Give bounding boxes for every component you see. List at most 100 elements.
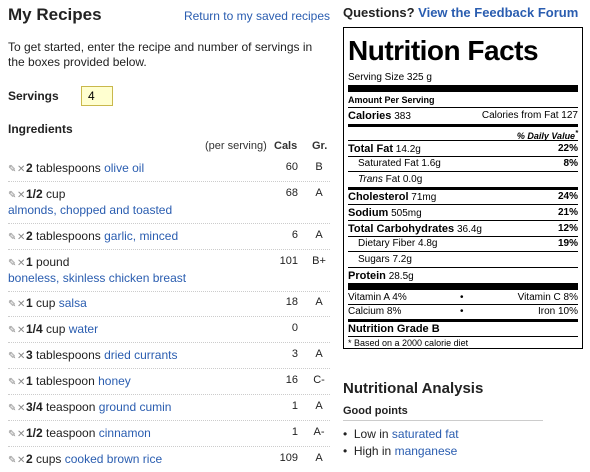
x-icon[interactable]: ✕ — [17, 258, 26, 269]
divider — [348, 140, 578, 141]
divider — [348, 304, 578, 305]
ingredient-unit: cup — [46, 322, 66, 336]
ingredient-cals: 16 — [285, 374, 298, 386]
ingredient-grade: B+ — [312, 255, 326, 267]
ingredient-cals: 101 — [279, 255, 298, 267]
ingredient-qty: 1/2 — [26, 187, 43, 201]
divider-thick — [348, 85, 578, 92]
ingredient-link[interactable]: honey — [98, 374, 131, 388]
ingredient-unit: teaspoon — [46, 426, 96, 440]
divider-thick — [348, 283, 578, 290]
ingredient-unit: tablespoons — [36, 229, 101, 243]
ingredient-qty: 1/2 — [26, 426, 43, 440]
ingredient-link[interactable]: boneless, skinless chicken breast — [8, 271, 186, 285]
x-icon[interactable]: ✕ — [17, 455, 26, 466]
pencil-icon[interactable]: ✎ — [8, 164, 17, 175]
divider — [348, 267, 578, 268]
ingredient-grade: A — [315, 229, 323, 241]
ingredient-grade: A — [315, 452, 323, 464]
ingredient-qty: 1 — [26, 374, 33, 388]
divider — [348, 171, 578, 172]
ingredient-grade: A — [315, 296, 323, 308]
pencil-icon[interactable]: ✎ — [8, 325, 17, 336]
ingredient-link[interactable]: water — [69, 322, 98, 336]
good-point-item: • Low in saturated fat — [343, 427, 459, 441]
ingredient-qty: 1 — [26, 296, 33, 310]
pencil-icon[interactable]: ✎ — [8, 377, 17, 388]
pencil-icon[interactable]: ✎ — [8, 455, 17, 466]
sugars-row: Sugars 7.2g — [358, 254, 412, 265]
bullet-icon: • — [343, 444, 354, 458]
question-label: Questions? — [343, 5, 415, 20]
ingredient-qty: 2 — [26, 229, 33, 243]
carbs-row: Total Carbohydrates 36.4g 12% — [348, 223, 578, 235]
saturated-fat-row: Saturated Fat 1.6g 8% — [358, 158, 578, 169]
nutrition-grade: Nutrition Grade B — [348, 323, 440, 335]
ingredient-cals: 3 — [291, 348, 298, 360]
pencil-icon[interactable]: ✎ — [8, 299, 17, 310]
pencil-icon[interactable]: ✎ — [8, 429, 17, 440]
ingredient-link[interactable]: olive oil — [104, 161, 144, 175]
ingredient-qty: 1/4 — [26, 322, 43, 336]
x-icon[interactable]: ✕ — [17, 351, 26, 362]
cals-header: Cals — [274, 140, 298, 152]
ingredient-row: ✎✕1/2 cup almonds, chopped and toasted 6… — [8, 187, 330, 224]
x-icon[interactable]: ✕ — [17, 403, 26, 414]
ingredient-row: ✎✕2 cups cooked brown rice 109 A — [8, 452, 330, 472]
x-icon[interactable]: ✕ — [17, 190, 26, 201]
protein-row: Protein 28.5g — [348, 270, 414, 282]
ingredient-link[interactable]: salsa — [59, 296, 87, 310]
divider — [348, 220, 578, 221]
ingredient-unit: pound — [36, 255, 70, 269]
pencil-icon[interactable]: ✎ — [8, 258, 17, 269]
ingredient-qty: 2 — [26, 161, 33, 175]
x-icon[interactable]: ✕ — [17, 325, 26, 336]
x-icon[interactable]: ✕ — [17, 299, 26, 310]
ingredient-grade: A — [315, 348, 323, 360]
x-icon[interactable]: ✕ — [17, 377, 26, 388]
ingredient-link[interactable]: ground cumin — [99, 400, 172, 414]
sodium-row: Sodium 505mg 21% — [348, 207, 578, 219]
pencil-icon[interactable]: ✎ — [8, 351, 17, 362]
ingredient-row: ✎✕1 tablespoon honey 16 C- — [8, 374, 330, 395]
ingredient-grade: C- — [313, 374, 325, 386]
page-title: My Recipes — [8, 5, 102, 24]
nutrition-facts-label: Nutrition Facts Serving Size 325 g Amoun… — [343, 27, 583, 349]
ingredient-link[interactable]: almonds, chopped and toasted — [8, 203, 172, 217]
pencil-icon[interactable]: ✎ — [8, 403, 17, 414]
ingredient-row: ✎✕3/4 teaspoon ground cumin 1 A — [8, 400, 330, 421]
feedback-line: Questions? View the Feedback Forum — [343, 5, 578, 20]
ingredient-link[interactable]: garlic, minced — [104, 229, 178, 243]
ingredient-qty: 3/4 — [26, 400, 43, 414]
fiber-row: Dietary Fiber 4.8g 19% — [358, 238, 578, 249]
per-serving-header: (per serving) — [205, 140, 267, 152]
x-icon[interactable]: ✕ — [17, 429, 26, 440]
ingredient-unit: teaspoon — [46, 400, 96, 414]
vitamin-row-2: Calcium 8% • Iron 10% — [348, 306, 578, 317]
good-point-link[interactable]: manganese — [395, 444, 458, 458]
vitamin-row-1: Vitamin A 4% • Vitamin C 8% — [348, 292, 578, 303]
pencil-icon[interactable]: ✎ — [8, 190, 17, 201]
amount-per-serving: Amount Per Serving — [348, 95, 435, 105]
divider — [348, 236, 578, 237]
ingredient-link[interactable]: cooked brown rice — [65, 452, 162, 466]
x-icon[interactable]: ✕ — [17, 164, 26, 175]
ingredient-cals: 1 — [291, 426, 298, 438]
feedback-forum-link[interactable]: View the Feedback Forum — [418, 5, 578, 20]
return-link[interactable]: Return to my saved recipes — [184, 9, 330, 23]
ingredient-link[interactable]: dried currants — [104, 348, 177, 362]
ingredient-link[interactable]: cinnamon — [99, 426, 151, 440]
good-point-link[interactable]: saturated fat — [392, 427, 459, 441]
ingredient-cals: 0 — [291, 322, 298, 334]
ingredient-row: ✎✕2 tablespoons garlic, minced 6 A — [8, 229, 330, 250]
ingredient-cals: 1 — [291, 400, 298, 412]
ingredient-unit: tablespoons — [36, 348, 101, 362]
intro-text: To get started, enter the recipe and num… — [8, 40, 313, 69]
ingredient-row: ✎✕3 tablespoons dried currants 3 A — [8, 348, 330, 369]
good-point-item: • High in manganese — [343, 444, 458, 458]
x-icon[interactable]: ✕ — [17, 232, 26, 243]
ingredient-cals: 60 — [285, 161, 298, 173]
servings-input[interactable] — [81, 86, 113, 106]
pencil-icon[interactable]: ✎ — [8, 232, 17, 243]
ingredients-label: Ingredients — [8, 122, 73, 136]
